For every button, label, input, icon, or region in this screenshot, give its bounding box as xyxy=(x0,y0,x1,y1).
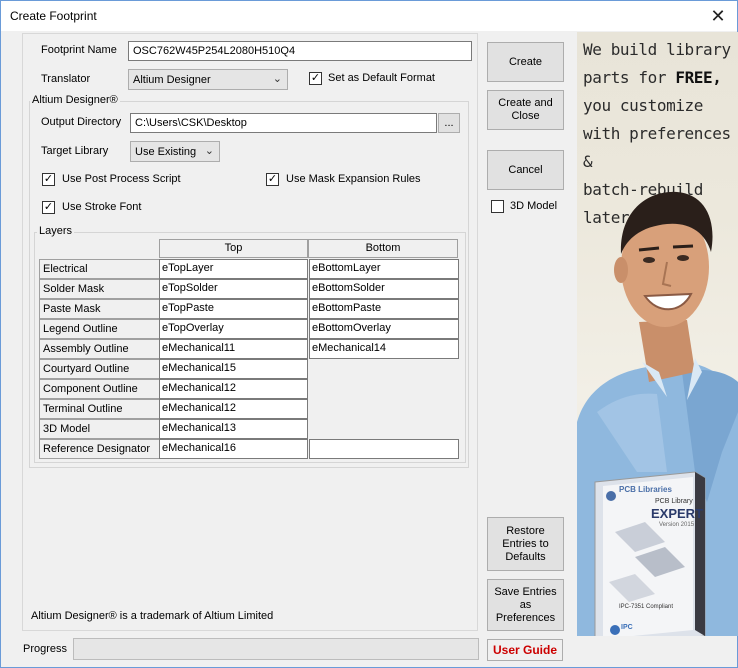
layer-row-label: 3D Model xyxy=(39,419,159,439)
box-edition: EXPERT xyxy=(651,506,704,521)
altium-designer-group: Altium Designer® Output Directory C:\Use… xyxy=(29,94,469,468)
footprint-name-label: Footprint Name xyxy=(41,44,117,56)
layer-row-label: Legend Outline xyxy=(39,319,159,339)
layer-top-cell[interactable]: eTopOverlay xyxy=(159,319,308,339)
layer-row-label: Electrical xyxy=(39,259,159,279)
box-brand: PCB Libraries xyxy=(619,485,672,494)
ad-line-1: We build library xyxy=(583,40,731,59)
layer-row-label: Solder Mask xyxy=(39,279,159,299)
progress-bar xyxy=(73,638,479,660)
layer-top-cell[interactable]: eTopPaste xyxy=(159,299,308,319)
layer-row-label: Paste Mask xyxy=(39,299,159,319)
layer-row-label: Reference Designator xyxy=(39,439,159,459)
mask-expansion-label: Use Mask Expansion Rules xyxy=(286,173,421,185)
layer-top-cell[interactable]: eTopLayer xyxy=(159,259,308,279)
translator-select[interactable]: Altium Designer ⌄ xyxy=(128,69,288,90)
target-library-value: Use Existing xyxy=(135,146,197,158)
target-library-select[interactable]: Use Existing ⌄ xyxy=(130,141,220,162)
3d-model-label: 3D Model xyxy=(510,200,558,212)
user-guide-button[interactable]: User Guide xyxy=(487,639,563,661)
translator-value: Altium Designer xyxy=(133,74,211,86)
layer-bottom-cell[interactable]: eBottomSolder xyxy=(309,279,459,299)
create-button[interactable]: Create xyxy=(487,42,564,82)
layer-top-cell[interactable]: eMechanical12 xyxy=(159,379,308,399)
restore-defaults-button[interactable]: Restore Entries to Defaults xyxy=(487,517,564,571)
box-logo: IPC xyxy=(621,624,633,631)
layer-top-cell[interactable]: eMechanical15 xyxy=(159,359,308,379)
layer-bottom-cell[interactable] xyxy=(309,439,459,459)
column-header-bottom: Bottom xyxy=(308,239,458,258)
footprint-name-input[interactable]: OSC762W45P254L2080H510Q4 xyxy=(128,41,472,61)
window-title: Create Footprint xyxy=(10,9,97,23)
default-format-label: Set as Default Format xyxy=(328,72,435,84)
layer-bottom-cell[interactable]: eMechanical14 xyxy=(309,339,459,359)
post-process-label: Use Post Process Script xyxy=(62,173,181,185)
default-format-checkbox[interactable]: ✓ xyxy=(309,72,322,85)
trademark-note: Altium Designer® is a trademark of Altiu… xyxy=(31,610,274,622)
layer-top-cell[interactable]: eMechanical12 xyxy=(159,399,308,419)
layer-row-label: Courtyard Outline xyxy=(39,359,159,379)
create-footprint-dialog: Create Footprint ✕ Footprint Name OSC762… xyxy=(0,0,738,668)
altium-group-title: Altium Designer® xyxy=(30,94,120,106)
layer-bottom-cell[interactable]: eBottomPaste xyxy=(309,299,459,319)
cancel-button[interactable]: Cancel xyxy=(487,150,564,190)
box-note: IPC-7351 Compliant xyxy=(619,604,674,610)
ad-line-4: with preferences & xyxy=(583,124,731,171)
layer-bottom-cell[interactable]: eBottomLayer xyxy=(309,259,459,279)
ad-line-3: you customize xyxy=(583,96,704,115)
title-bar: Create Footprint ✕ xyxy=(1,1,737,31)
translator-label: Translator xyxy=(41,73,91,85)
browse-button[interactable]: ... xyxy=(438,113,460,133)
layers-group: Layers Top Bottom Electrical eTopLayer eBo… xyxy=(34,225,466,463)
layer-row-label: Assembly Outline xyxy=(39,339,159,359)
layer-bottom-cell[interactable]: eBottomOverlay xyxy=(309,319,459,339)
target-library-label: Target Library xyxy=(41,145,109,157)
column-header-top: Top xyxy=(159,239,308,258)
layer-row-label: Terminal Outline xyxy=(39,399,159,419)
chevron-down-icon: ⌄ xyxy=(204,145,214,157)
output-directory-label: Output Directory xyxy=(41,116,122,128)
layer-top-cell[interactable]: eMechanical13 xyxy=(159,419,308,439)
post-process-checkbox[interactable]: ✓ xyxy=(42,173,55,186)
advertisement-banner[interactable]: We build library parts for FREE, you cus… xyxy=(577,32,738,636)
ad-line-2b: FREE, xyxy=(675,68,722,87)
3d-model-checkbox[interactable] xyxy=(491,200,504,213)
box-title: PCB Library xyxy=(655,498,693,505)
layer-row-label: Component Outline xyxy=(39,379,159,399)
chevron-down-icon: ⌄ xyxy=(272,73,282,85)
product-box xyxy=(594,471,706,636)
create-and-close-button[interactable]: Create and Close xyxy=(487,90,564,130)
ad-line-2a: parts for xyxy=(583,68,676,87)
layers-group-title: Layers xyxy=(37,225,75,237)
stroke-font-checkbox[interactable]: ✓ xyxy=(42,201,55,214)
mask-expansion-checkbox[interactable]: ✓ xyxy=(266,173,279,186)
layer-top-cell[interactable]: eMechanical11 xyxy=(159,339,308,359)
save-preferences-button[interactable]: Save Entries as Preferences xyxy=(487,579,564,631)
progress-label: Progress xyxy=(23,643,68,655)
man-photo xyxy=(577,191,738,636)
layer-top-cell[interactable]: eMechanical16 xyxy=(159,439,308,459)
box-version: Version 2015 xyxy=(659,522,695,528)
stroke-font-label: Use Stroke Font xyxy=(62,201,142,213)
main-panel: Footprint Name OSC762W45P254L2080H510Q4 … xyxy=(22,33,478,631)
close-icon[interactable]: ✕ xyxy=(703,3,733,29)
ad-line-2: parts for FREE, xyxy=(583,64,738,92)
output-directory-input[interactable]: C:\Users\CSK\Desktop xyxy=(130,113,437,133)
layer-top-cell[interactable]: eTopSolder xyxy=(159,279,308,299)
